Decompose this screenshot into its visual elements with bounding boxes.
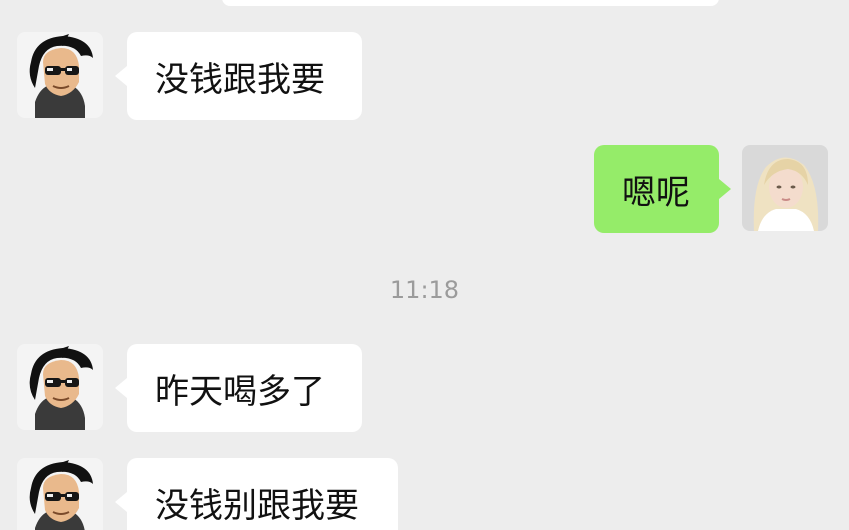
- message-timestamp: 11:18: [389, 276, 460, 304]
- man-with-sunglasses-icon: [17, 344, 103, 430]
- message-bubble-incoming[interactable]: 没钱别跟我要: [115, 458, 398, 530]
- blonde-woman-photo-icon: [742, 145, 828, 231]
- message-text: 没钱跟我要: [155, 59, 325, 100]
- man-with-sunglasses-icon: [17, 32, 103, 118]
- sender-avatar[interactable]: [17, 344, 103, 430]
- message-bubble-outgoing[interactable]: 嗯呢: [594, 145, 731, 233]
- receiver-avatar[interactable]: [742, 145, 828, 231]
- message-text: 没钱别跟我要: [155, 485, 359, 526]
- message-text: 嗯呢: [622, 172, 690, 213]
- chat-screen: 没钱跟我要 嗯呢 11:18 昨天喝多了 没钱别跟我要: [0, 0, 849, 530]
- previous-message-bubble[interactable]: [222, 0, 719, 6]
- message-bubble-incoming[interactable]: 昨天喝多了: [115, 344, 362, 432]
- message-text: 昨天喝多了: [155, 371, 325, 412]
- man-with-sunglasses-icon: [17, 458, 103, 530]
- message-bubble-incoming[interactable]: 没钱跟我要: [115, 32, 362, 120]
- sender-avatar[interactable]: [17, 458, 103, 530]
- sender-avatar[interactable]: [17, 32, 103, 118]
